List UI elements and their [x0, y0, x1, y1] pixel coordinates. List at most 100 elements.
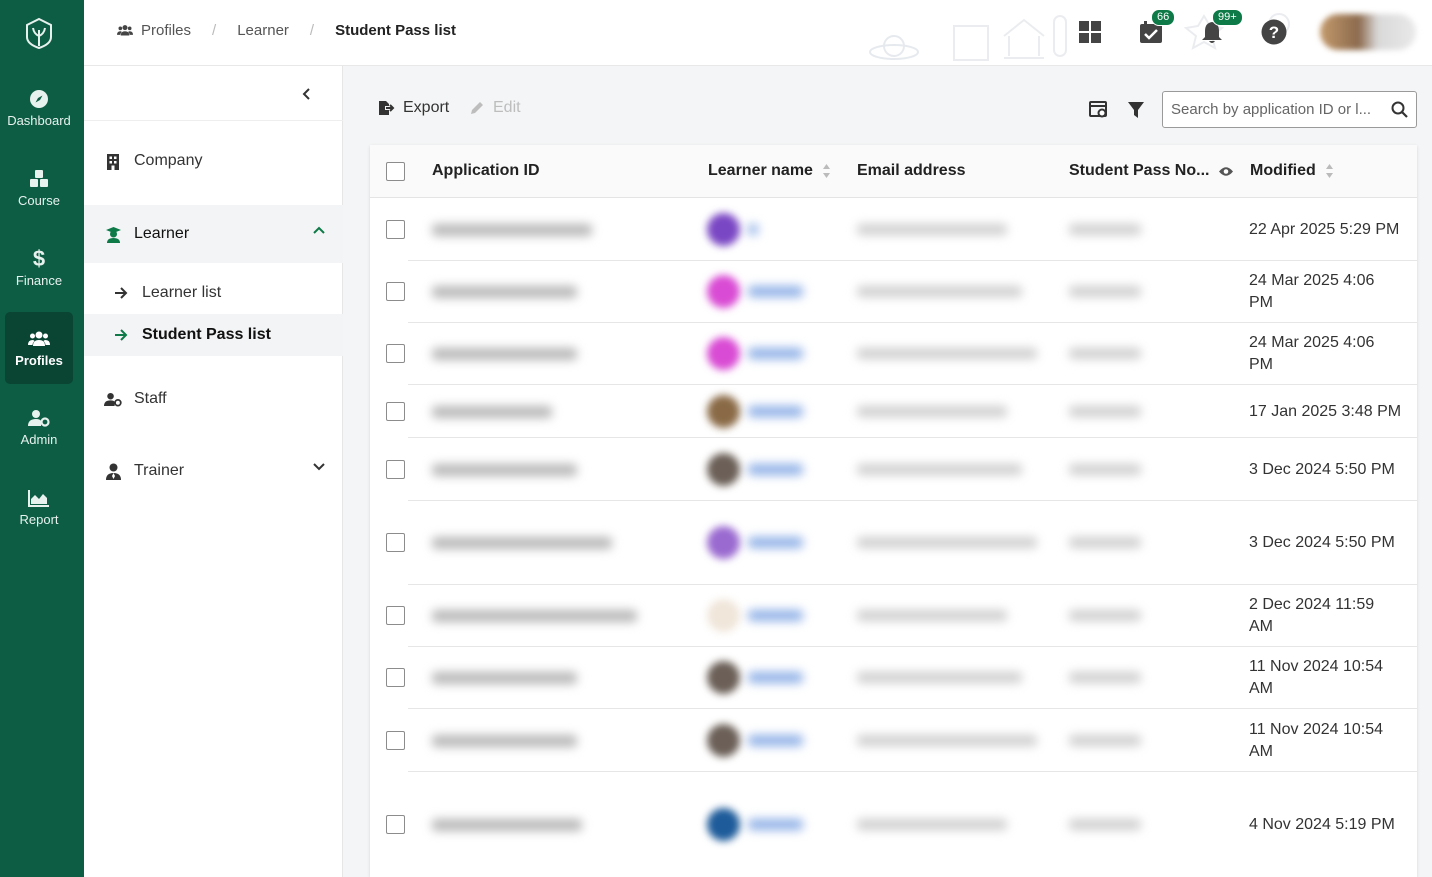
table-row[interactable]: 4 Nov 2024 5:19 PM [370, 772, 1417, 877]
row-checkbox[interactable] [386, 606, 405, 625]
nav-profiles[interactable]: Profiles [5, 312, 73, 384]
notifications-button[interactable]: 99+ [1196, 9, 1243, 48]
nav-dashboard[interactable]: Dashboard [5, 72, 73, 144]
user-avatar[interactable] [1320, 14, 1416, 50]
users-icon [28, 328, 50, 350]
modified-date: 11 Nov 2024 10:54 AM [1249, 656, 1409, 700]
student-pass-no-redacted [1069, 405, 1141, 417]
sidebar-item-company[interactable]: Company [84, 132, 343, 190]
table-header: Application ID Learner name Email addres… [370, 145, 1417, 198]
table-row[interactable]: 3 Dec 2024 5:50 PM [370, 501, 1417, 585]
divider [84, 120, 343, 121]
app-logo-icon[interactable] [24, 16, 54, 50]
email-redacted [857, 672, 1022, 683]
sort-icon[interactable] [822, 163, 831, 179]
nav-finance-label: Finance [15, 273, 63, 288]
learner-name-redacted[interactable] [748, 610, 803, 621]
sidebar-item-trainer[interactable]: Trainer [84, 442, 343, 500]
modified-date-line: 24 Mar 2025 4:06 [1249, 272, 1375, 289]
breadcrumb-separator: / [309, 22, 315, 39]
sidebar-subitem-student-pass-list[interactable]: Student Pass list [84, 314, 343, 356]
table-row[interactable]: 2 Dec 2024 11:59 AM [370, 585, 1417, 647]
row-checkbox[interactable] [386, 533, 405, 552]
sidebar-item-label: Learner [134, 225, 190, 242]
row-checkbox[interactable] [386, 730, 405, 750]
learner-name-redacted[interactable] [748, 348, 803, 359]
learner-name-redacted[interactable] [748, 223, 758, 235]
select-all-checkbox[interactable] [386, 162, 405, 181]
export-icon [378, 100, 395, 116]
breadcrumb-learner[interactable]: Learner [237, 22, 289, 39]
collapse-sidebar-button[interactable] [297, 84, 317, 104]
row-checkbox[interactable] [386, 668, 405, 687]
learner-name-redacted[interactable] [748, 734, 803, 746]
sort-icon[interactable] [1325, 163, 1334, 179]
column-email-address[interactable]: Email address [857, 162, 966, 180]
row-checkbox[interactable] [386, 219, 405, 239]
row-checkbox[interactable] [386, 459, 405, 479]
table-row[interactable]: 3 Dec 2024 5:50 PM [370, 438, 1417, 501]
table-row[interactable]: 22 Apr 2025 5:29 PM [370, 198, 1417, 261]
breadcrumb-profiles[interactable]: Profiles [141, 22, 191, 39]
column-application-id[interactable]: Application ID [432, 162, 540, 180]
modified-date: 3 Dec 2024 5:50 PM [1249, 532, 1409, 554]
modified-date: 22 Apr 2025 5:29 PM [1249, 219, 1409, 241]
help-icon[interactable]: ? [1258, 16, 1290, 48]
email-redacted [857, 734, 1037, 746]
search-input[interactable] [1171, 101, 1381, 118]
application-id-redacted [432, 463, 577, 476]
learner-avatar [707, 723, 740, 757]
modified-date-line: PM [1249, 356, 1273, 373]
nav-course[interactable]: Course [5, 152, 73, 224]
nav-report[interactable]: Report [5, 471, 73, 543]
modified-date: 11 Nov 2024 10:54 AM [1249, 719, 1409, 763]
learner-name-redacted[interactable] [748, 819, 803, 830]
edit-button[interactable]: Edit [469, 99, 521, 117]
column-student-pass-no[interactable]: Student Pass No... [1069, 162, 1234, 180]
modified-date-line: 17 Jan 2025 3:48 PM [1249, 402, 1402, 420]
compass-icon [28, 88, 50, 110]
learner-avatar [707, 394, 740, 428]
eye-icon[interactable] [1218, 166, 1234, 177]
table-row[interactable]: 24 Mar 2025 4:06 PM [370, 261, 1417, 323]
sidebar-subitem-learner-list[interactable]: Learner list [84, 272, 343, 314]
table-row[interactable]: 24 Mar 2025 4:06 PM [370, 323, 1417, 385]
nav-admin-label: Admin [20, 432, 58, 447]
learner-name-redacted[interactable] [748, 463, 803, 475]
table-row[interactable]: 11 Nov 2024 10:54 AM [370, 647, 1417, 709]
column-label: Email address [857, 162, 966, 179]
export-button[interactable]: Export [378, 99, 449, 117]
email-redacted [857, 223, 1007, 235]
search-icon[interactable] [1391, 101, 1408, 118]
learner-name-redacted[interactable] [748, 537, 803, 548]
nav-admin[interactable]: Admin [5, 391, 73, 463]
learner-avatar [707, 661, 740, 694]
sidebar-item-staff[interactable]: Staff [84, 370, 343, 428]
breadcrumb-separator: / [212, 22, 217, 39]
table-row[interactable]: 11 Nov 2024 10:54 AM [370, 709, 1417, 772]
apps-grid-icon[interactable] [1074, 16, 1106, 48]
sidebar-subitem-label: Learner list [142, 284, 222, 301]
modified-date-line: AM [1249, 742, 1273, 760]
dollar-icon: $ [32, 246, 46, 271]
column-modified[interactable]: Modified [1250, 162, 1334, 180]
student-pass-no-redacted [1069, 223, 1141, 235]
filter-icon[interactable] [1125, 99, 1147, 121]
column-settings-icon[interactable] [1088, 99, 1110, 121]
row-checkbox[interactable] [386, 282, 405, 301]
modified-date-line: 3 Dec 2024 5:50 PM [1249, 534, 1395, 551]
column-learner-name[interactable]: Learner name [708, 162, 831, 180]
row-checkbox[interactable] [386, 815, 405, 834]
task-calendar-button[interactable]: 66 [1135, 9, 1176, 48]
row-checkbox[interactable] [386, 344, 405, 363]
nav-finance[interactable]: $ Finance [5, 232, 73, 304]
learner-name-redacted[interactable] [748, 672, 803, 683]
row-checkbox[interactable] [386, 401, 405, 421]
cubes-icon [28, 168, 50, 190]
learner-name-redacted[interactable] [748, 405, 803, 417]
sidebar-item-learner[interactable]: Learner [84, 205, 343, 263]
modified-date-line: 24 Mar 2025 4:06 [1249, 334, 1375, 351]
modified-date-line: AM [1249, 618, 1273, 635]
learner-name-redacted[interactable] [748, 286, 803, 297]
table-row[interactable]: 17 Jan 2025 3:48 PM [370, 385, 1417, 438]
